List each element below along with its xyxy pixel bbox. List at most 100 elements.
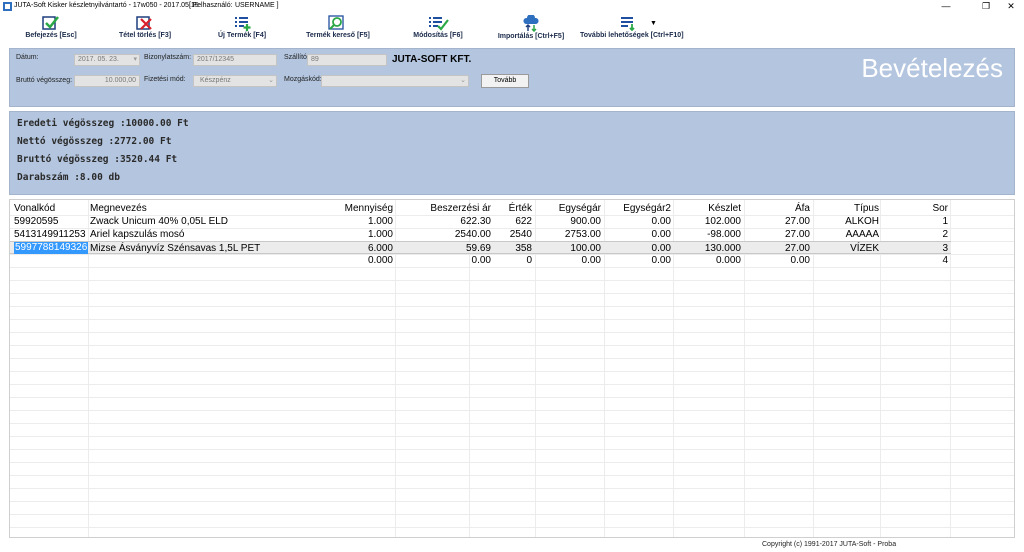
more-options-label: További lehetőségek [Ctrl+F10]: [580, 32, 684, 39]
list-check-icon: [429, 17, 449, 31]
column-header-barcode[interactable]: Vonalkód: [14, 203, 88, 214]
grid-row-line: [10, 527, 1014, 528]
more-options-dropdown-arrow[interactable]: ▼: [650, 20, 657, 27]
new-product-button[interactable]: Új Termék [F4]: [213, 13, 271, 47]
cell-stock[interactable]: 102.000: [674, 216, 741, 227]
date-label: Dátum:: [16, 54, 39, 61]
table-row[interactable]: 5997788149326 Mizse Ásványvíz Szénsavas 1…: [10, 241, 951, 254]
supplier-code-value: 89: [311, 56, 319, 63]
cell-quantity[interactable]: 6.000: [310, 243, 393, 254]
cell-unit-price[interactable]: 100.00: [535, 243, 601, 254]
cell-stock[interactable]: 0.000: [674, 255, 741, 266]
cell-unit-price2[interactable]: 0.00: [604, 229, 671, 240]
column-header-unit-price2[interactable]: Egységár2: [604, 203, 671, 214]
restore-button[interactable]: ❐: [975, 0, 997, 13]
grid-row-line: [10, 449, 1014, 450]
cell-row-number[interactable]: 4: [882, 255, 948, 266]
grid-row-line: [10, 436, 1014, 437]
grid-row-line: [10, 514, 1014, 515]
cell-stock[interactable]: 130.000: [674, 243, 741, 254]
modify-button[interactable]: Módosítás [F6]: [406, 13, 470, 47]
cell-vat[interactable]: 0.00: [744, 255, 810, 266]
delete-item-button[interactable]: Tétel törlés [F3]: [114, 13, 176, 47]
minimize-button[interactable]: —: [935, 0, 957, 13]
cell-purchase-price[interactable]: 59.69: [396, 243, 491, 254]
cell-type[interactable]: ALKOH: [813, 216, 879, 227]
cell-row-number[interactable]: 1: [882, 216, 948, 227]
cell-type[interactable]: AAAAA: [813, 229, 879, 240]
cell-name[interactable]: Ariel kapszulás mosó: [90, 229, 184, 240]
list-add-icon: [235, 17, 251, 31]
doc-number-field[interactable]: 2017/12345: [193, 54, 277, 66]
grid-row-line: [10, 371, 1014, 372]
delete-x-icon: [136, 16, 152, 30]
cell-stock[interactable]: -98.000: [674, 229, 741, 240]
cell-quantity[interactable]: 0.000: [310, 255, 393, 266]
grid-row-line: [10, 319, 1014, 320]
movement-code-select[interactable]: ⌄: [321, 75, 469, 87]
cell-name[interactable]: Zwack Unicum 40% 0,05L ELD: [90, 216, 228, 227]
supplier-label: Szállító:: [284, 54, 309, 61]
cell-value[interactable]: 0: [494, 255, 532, 266]
supplier-code-field[interactable]: 89: [307, 54, 387, 66]
original-total: Eredeti végösszeg :10000.00 Ft: [17, 118, 189, 129]
cell-vat[interactable]: 27.00: [744, 243, 810, 254]
cell-row-number[interactable]: 2: [882, 229, 948, 240]
product-search-button[interactable]: Termék kereső [F5]: [303, 13, 373, 47]
cell-unit-price[interactable]: 900.00: [535, 216, 601, 227]
cell-value[interactable]: 358: [494, 243, 532, 254]
cell-value[interactable]: 622: [494, 216, 532, 227]
column-header-vat[interactable]: Áfa: [744, 203, 810, 214]
grid-row-line: [10, 501, 1014, 502]
grid-row-line: [10, 488, 1014, 489]
cell-unit-price[interactable]: 0.00: [535, 255, 601, 266]
next-button[interactable]: Tovább: [481, 74, 529, 88]
gross-total-label: Bruttó végösszeg:: [16, 77, 73, 84]
cell-barcode[interactable]: 5413149911253: [14, 229, 86, 240]
gross-total-field[interactable]: 10.000,00: [74, 75, 140, 87]
chevron-down-icon: ⌄: [460, 77, 466, 84]
cell-quantity[interactable]: 1.000: [310, 216, 393, 227]
product-search-label: Termék kereső [F5]: [306, 32, 370, 39]
more-options-button[interactable]: További lehetőségek [Ctrl+F10]: [580, 13, 684, 47]
cell-purchase-price[interactable]: 622.30: [396, 216, 491, 227]
column-header-quantity[interactable]: Mennyiség: [310, 203, 393, 214]
column-header-name[interactable]: Megnevezés: [90, 203, 330, 214]
cell-row-number[interactable]: 3: [882, 243, 948, 254]
column-header-row-number[interactable]: Sor: [882, 203, 948, 214]
cell-vat[interactable]: 27.00: [744, 229, 810, 240]
cell-value[interactable]: 2540: [494, 229, 532, 240]
table-row[interactable]: 0.000 0.00 0 0.00 0.00 0.000 0.00 4: [10, 254, 951, 267]
table-row[interactable]: 59920595 Zwack Unicum 40% 0,05L ELD 1.000 6…: [10, 215, 951, 228]
table-row[interactable]: 5413149911253 Ariel kapszulás mosó 1.000 25…: [10, 228, 951, 241]
payment-method-select[interactable]: Készpénz ⌄: [193, 75, 277, 87]
cell-purchase-price[interactable]: 2540.00: [396, 229, 491, 240]
items-grid[interactable]: Vonalkód Megnevezés Mennyiség Beszerzési ár…: [9, 199, 1015, 538]
import-button[interactable]: Importálás [Ctrl+F5]: [495, 13, 567, 47]
title-bar: JUTA-Soft Kisker készletnyilvántartó - 1…: [0, 0, 1024, 13]
checkmark-icon: [42, 16, 59, 30]
date-field[interactable]: 2017. 05. 23. ▾: [74, 54, 140, 66]
grid-row-line: [10, 397, 1014, 398]
column-header-purchase-price[interactable]: Beszerzési ár: [396, 203, 491, 214]
cell-barcode[interactable]: 59920595: [14, 216, 59, 227]
column-header-value[interactable]: Érték: [494, 203, 532, 214]
cell-unit-price[interactable]: 2753.00: [535, 229, 601, 240]
net-total: Nettó végösszeg :2772.00 Ft: [17, 136, 172, 147]
cell-name[interactable]: Mizse Ásványvíz Szénsavas 1,5L PET: [90, 243, 260, 254]
cell-purchase-price[interactable]: 0.00: [396, 255, 491, 266]
column-header-type[interactable]: Típus: [813, 203, 879, 214]
finish-button[interactable]: Befejezés [Esc]: [20, 13, 82, 47]
cell-barcode[interactable]: 5997788149326: [14, 242, 89, 254]
cell-type[interactable]: VÍZEK: [813, 243, 879, 254]
cell-unit-price2[interactable]: 0.00: [604, 243, 671, 254]
cell-quantity[interactable]: 1.000: [310, 229, 393, 240]
grid-row-line: [10, 306, 1014, 307]
cell-unit-price2[interactable]: 0.00: [604, 216, 671, 227]
cell-unit-price2[interactable]: 0.00: [604, 255, 671, 266]
calendar-dropdown-icon[interactable]: ▾: [133, 55, 137, 63]
column-header-unit-price[interactable]: Egységár: [535, 203, 601, 214]
column-header-stock[interactable]: Készlet: [674, 203, 741, 214]
cell-vat[interactable]: 27.00: [744, 216, 810, 227]
close-button[interactable]: ✕: [1000, 0, 1022, 13]
